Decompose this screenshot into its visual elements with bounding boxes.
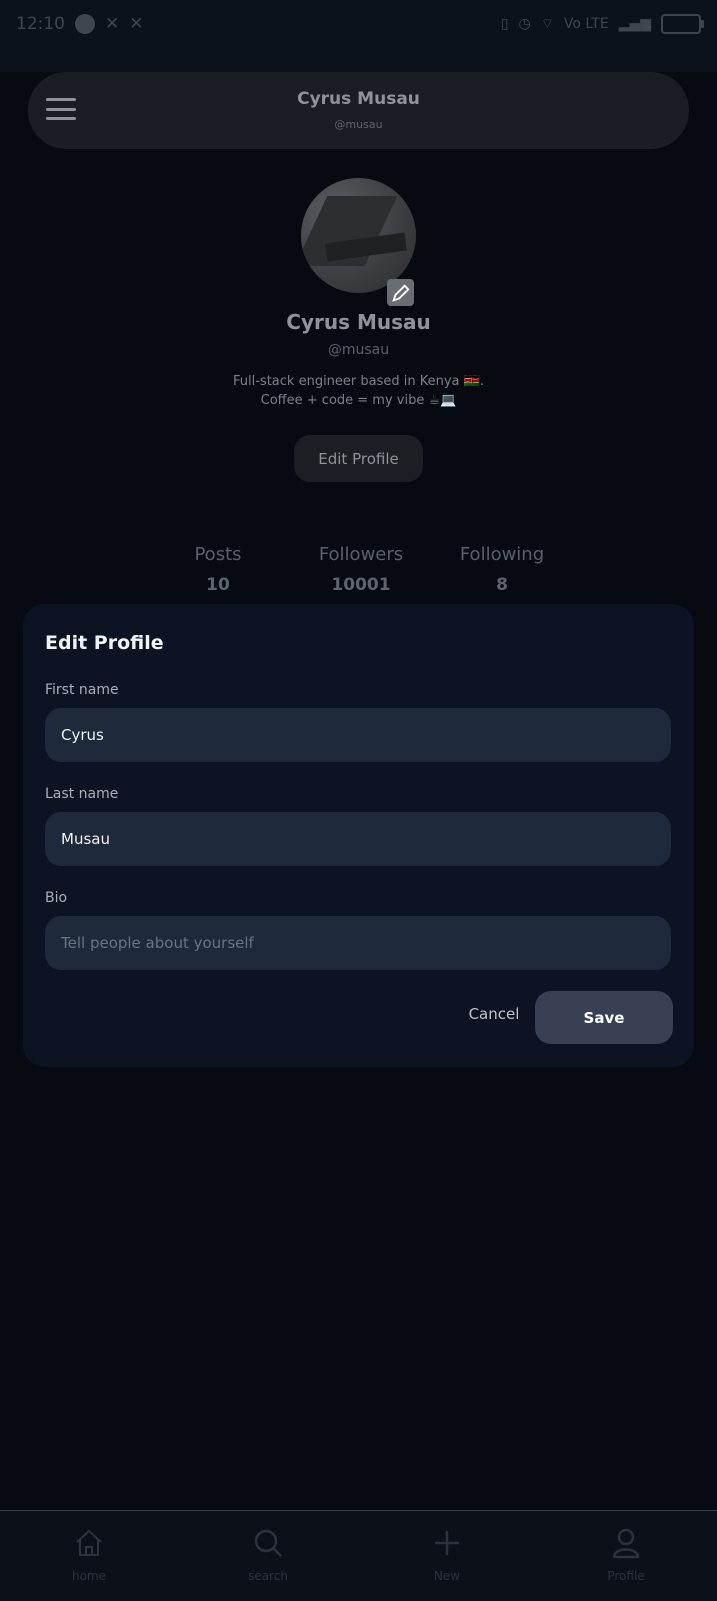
nav-label: home: [71, 1569, 107, 1583]
status-bar: 12:10 ✕ ✕ ▯ ◷ ⌔ Vo LTE ▂▄▆: [0, 0, 717, 72]
alarm-icon: ◷: [518, 16, 531, 32]
x-notification-icon-2: ✕: [129, 14, 144, 34]
stat-following[interactable]: Following 8: [432, 544, 572, 595]
edit-avatar-icon[interactable]: [387, 279, 414, 306]
last-name-label: Last name: [45, 786, 119, 802]
edit-profile-modal: Edit Profile First name Cyrus Last name …: [23, 604, 694, 1067]
nav-label: Profile: [607, 1569, 645, 1583]
profile-bio-line1: Full-stack engineer based in Kenya 🇰🇪.: [233, 374, 484, 389]
home-icon: [39, 1523, 139, 1563]
header-title: Cyrus Musau: [297, 89, 420, 109]
stat-label: Posts: [194, 544, 242, 565]
bio-label: Bio: [45, 890, 68, 906]
bottom-nav: home search New Profile: [0, 1510, 717, 1601]
header-handle: @musau: [334, 118, 383, 131]
signal-icon: ▂▄▆: [618, 16, 651, 32]
edit-profile-button[interactable]: Edit Profile: [294, 435, 423, 482]
person-icon: [576, 1523, 676, 1563]
vibrate-icon: ▯: [500, 16, 509, 32]
profile-bio-line2: Coffee + code = my vibe ☕💻: [260, 393, 457, 408]
stat-value: 10001: [331, 575, 391, 595]
status-right: ▯ ◷ ⌔ Vo LTE ▂▄▆: [500, 14, 704, 34]
last-name-field[interactable]: Musau: [45, 812, 671, 866]
nav-label: search: [248, 1569, 288, 1583]
nav-profile[interactable]: Profile: [576, 1523, 676, 1583]
save-button[interactable]: Save: [535, 991, 673, 1044]
stat-label: Followers: [318, 544, 404, 565]
avatar[interactable]: [301, 178, 416, 293]
header-bar: Cyrus Musau @musau: [28, 72, 689, 149]
status-left: 12:10 ✕ ✕: [16, 14, 144, 34]
first-name-label: First name: [45, 682, 119, 698]
x-notification-icon: ✕: [105, 14, 120, 34]
battery-icon: [661, 14, 704, 34]
search-icon: [218, 1523, 318, 1563]
network-label: Vo LTE: [563, 16, 609, 32]
app-notification-icon: [75, 14, 95, 34]
nav-home[interactable]: home: [39, 1523, 139, 1583]
stat-posts[interactable]: Posts 10: [148, 544, 288, 595]
stat-value: 10: [206, 575, 230, 595]
profile-handle: @musau: [327, 342, 390, 358]
profile-name: Cyrus Musau: [286, 310, 431, 334]
stat-value: 8: [496, 575, 508, 595]
status-time: 12:10: [16, 14, 65, 34]
stat-followers[interactable]: Followers 10001: [291, 544, 431, 595]
nav-search[interactable]: search: [218, 1523, 318, 1583]
cancel-button[interactable]: Cancel: [441, 996, 547, 1032]
first-name-field[interactable]: Cyrus: [45, 708, 671, 762]
modal-title: Edit Profile: [45, 632, 164, 654]
stat-label: Following: [459, 544, 545, 565]
nav-label: New: [433, 1569, 461, 1583]
plus-icon: [397, 1523, 497, 1563]
bio-field[interactable]: Tell people about yourself: [45, 916, 671, 970]
wifi-icon: ⌔: [540, 16, 554, 32]
nav-new[interactable]: New: [397, 1523, 497, 1583]
